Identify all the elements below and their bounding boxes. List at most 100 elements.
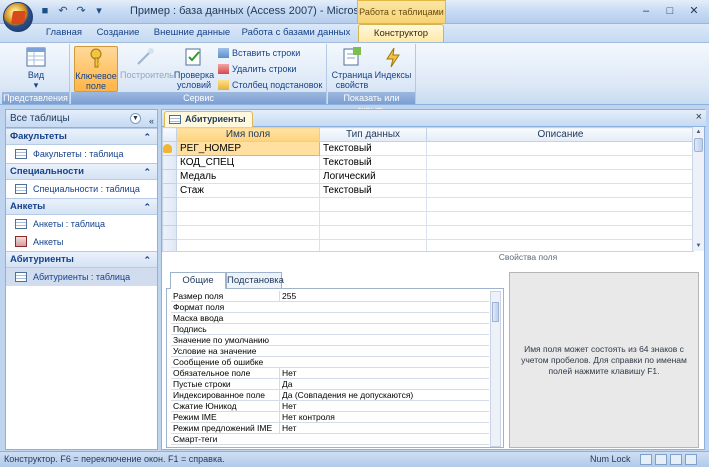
datasheet-view-icon[interactable]	[640, 454, 652, 465]
collapse-group-icon[interactable]: ⌃	[143, 252, 151, 268]
view-button[interactable]: Вид ▾	[17, 46, 55, 92]
property-value[interactable]: Нет	[279, 423, 489, 434]
nav-group-specialties[interactable]: Специальности ⌃	[6, 163, 157, 180]
pivot-view-icon[interactable]	[655, 454, 667, 465]
nav-item-surveys-form[interactable]: Анкеты	[6, 233, 157, 251]
office-button[interactable]	[3, 2, 33, 32]
property-row[interactable]: Условие на значение	[171, 346, 489, 357]
nav-item-specialties-table[interactable]: Специальности : таблица	[6, 180, 157, 198]
description-cell[interactable]	[426, 239, 694, 251]
scroll-thumb[interactable]	[694, 138, 703, 152]
field-name-cell[interactable]: КОД_СПЕЦ	[176, 155, 320, 170]
chevron-down-icon[interactable]: ▼	[130, 113, 141, 124]
nav-item-faculties-table[interactable]: Факультеты : таблица	[6, 145, 157, 163]
property-row[interactable]: Значение по умолчанию	[171, 335, 489, 346]
property-value[interactable]: 255	[279, 291, 489, 302]
builder-button[interactable]: Построитель	[120, 46, 174, 92]
check-rules-button[interactable]: Проверка условий	[172, 46, 216, 92]
description-cell[interactable]	[426, 183, 694, 198]
data-type-cell[interactable]: Логический	[319, 169, 427, 184]
data-type-cell[interactable]: Текстовый	[319, 183, 427, 198]
undo-icon[interactable]: ↶	[56, 4, 70, 18]
property-row[interactable]: Маска ввода	[171, 313, 489, 324]
field-name-cell[interactable]	[176, 197, 320, 212]
maximize-button[interactable]: □	[659, 3, 681, 20]
tab-lookup[interactable]: Подстановка	[226, 272, 284, 288]
row-selector[interactable]	[162, 197, 177, 212]
row-selector[interactable]	[162, 239, 177, 251]
data-type-cell[interactable]	[319, 211, 427, 226]
nav-group-faculties[interactable]: Факультеты ⌃	[6, 128, 157, 145]
description-cell[interactable]	[426, 169, 694, 184]
table-row[interactable]	[162, 197, 694, 212]
collapse-group-icon[interactable]: ⌃	[143, 129, 151, 145]
nav-item-applicants-table[interactable]: Абитуриенты : таблица	[6, 268, 157, 286]
field-name-cell[interactable]	[176, 211, 320, 226]
property-row[interactable]: Подпись	[171, 324, 489, 335]
table-row[interactable]: РЕГ_НОМЕР Текстовый	[162, 141, 694, 156]
tab-general[interactable]: Общие	[170, 272, 226, 289]
nav-group-applicants[interactable]: Абитуриенты ⌃	[6, 251, 157, 268]
property-row[interactable]: Формат поля	[171, 302, 489, 313]
nav-group-surveys[interactable]: Анкеты ⌃	[6, 198, 157, 215]
row-selector[interactable]	[162, 155, 177, 170]
design-view-icon[interactable]	[685, 454, 697, 465]
field-name-cell[interactable]	[176, 225, 320, 240]
description-cell[interactable]	[426, 155, 694, 170]
column-header-data-type[interactable]: Тип данных	[319, 127, 427, 142]
table-row[interactable]: Стаж Текстовый	[162, 183, 694, 198]
collapse-group-icon[interactable]: ⌃	[143, 164, 151, 180]
nav-item-surveys-table[interactable]: Анкеты : таблица	[6, 215, 157, 233]
tab-design[interactable]: Конструктор	[358, 24, 444, 42]
document-tab-applicants[interactable]: Абитуриенты	[164, 111, 253, 127]
property-value[interactable]: Нет	[279, 368, 489, 379]
property-value[interactable]: Нет	[279, 401, 489, 412]
save-icon[interactable]: ■	[38, 4, 52, 18]
data-type-cell[interactable]	[319, 239, 427, 251]
row-selector[interactable]	[162, 183, 177, 198]
tab-home[interactable]: Главная	[42, 24, 86, 42]
table-row[interactable]	[162, 225, 694, 240]
property-row[interactable]: Режим предложений IME Нет	[171, 423, 489, 434]
field-name-cell[interactable]: РЕГ_НОМЕР	[176, 141, 320, 156]
description-cell[interactable]	[426, 197, 694, 212]
property-row[interactable]: Размер поля 255	[171, 291, 489, 302]
close-document-icon[interactable]: ×	[696, 111, 702, 123]
property-row[interactable]: Сообщение об ошибке	[171, 357, 489, 368]
delete-rows-button[interactable]: Удалить строки	[218, 63, 296, 75]
property-value[interactable]: Да (Совпадения не допускаются)	[279, 390, 489, 401]
row-selector[interactable]	[162, 141, 177, 156]
property-row[interactable]: Режим IME Нет контроля	[171, 412, 489, 423]
scroll-up-icon[interactable]: ▲	[693, 127, 704, 137]
property-sheet-button[interactable]: Страница свойств	[330, 46, 374, 92]
insert-rows-button[interactable]: Вставить строки	[218, 47, 300, 59]
row-selector[interactable]	[162, 211, 177, 226]
scroll-down-icon[interactable]: ▼	[693, 241, 704, 251]
collapse-group-icon[interactable]: ⌃	[143, 199, 151, 215]
scroll-thumb[interactable]	[492, 302, 499, 322]
description-cell[interactable]	[426, 211, 694, 226]
grid-scrollbar[interactable]: ▲ ▼	[692, 127, 704, 251]
property-value[interactable]: Нет контроля	[279, 412, 489, 423]
indexes-button[interactable]: Индексы	[374, 46, 412, 92]
property-row[interactable]: Индексированное поле Да (Совпадения не до…	[171, 390, 489, 401]
field-name-cell[interactable]: Медаль	[176, 169, 320, 184]
table-row[interactable]: Медаль Логический	[162, 169, 694, 184]
properties-scrollbar[interactable]	[490, 291, 501, 447]
description-cell[interactable]	[426, 225, 694, 240]
property-row[interactable]: Сжатие Юникод Нет	[171, 401, 489, 412]
field-name-cell[interactable]	[176, 239, 320, 251]
data-type-cell[interactable]: Текстовый	[319, 141, 427, 156]
nav-header[interactable]: Все таблицы ▼ «	[6, 110, 157, 128]
property-value[interactable]: Да	[279, 379, 489, 390]
data-type-cell[interactable]	[319, 225, 427, 240]
field-name-cell[interactable]: Стаж	[176, 183, 320, 198]
column-header-description[interactable]: Описание	[426, 127, 694, 142]
row-selector[interactable]	[162, 225, 177, 240]
property-row[interactable]: Пустые строки Да	[171, 379, 489, 390]
key-field-button[interactable]: Ключевое поле	[74, 46, 118, 92]
redo-icon[interactable]: ↷	[74, 4, 88, 18]
chart-view-icon[interactable]	[670, 454, 682, 465]
data-type-cell[interactable]: Текстовый	[319, 155, 427, 170]
lookup-column-button[interactable]: Столбец подстановок	[218, 79, 322, 91]
